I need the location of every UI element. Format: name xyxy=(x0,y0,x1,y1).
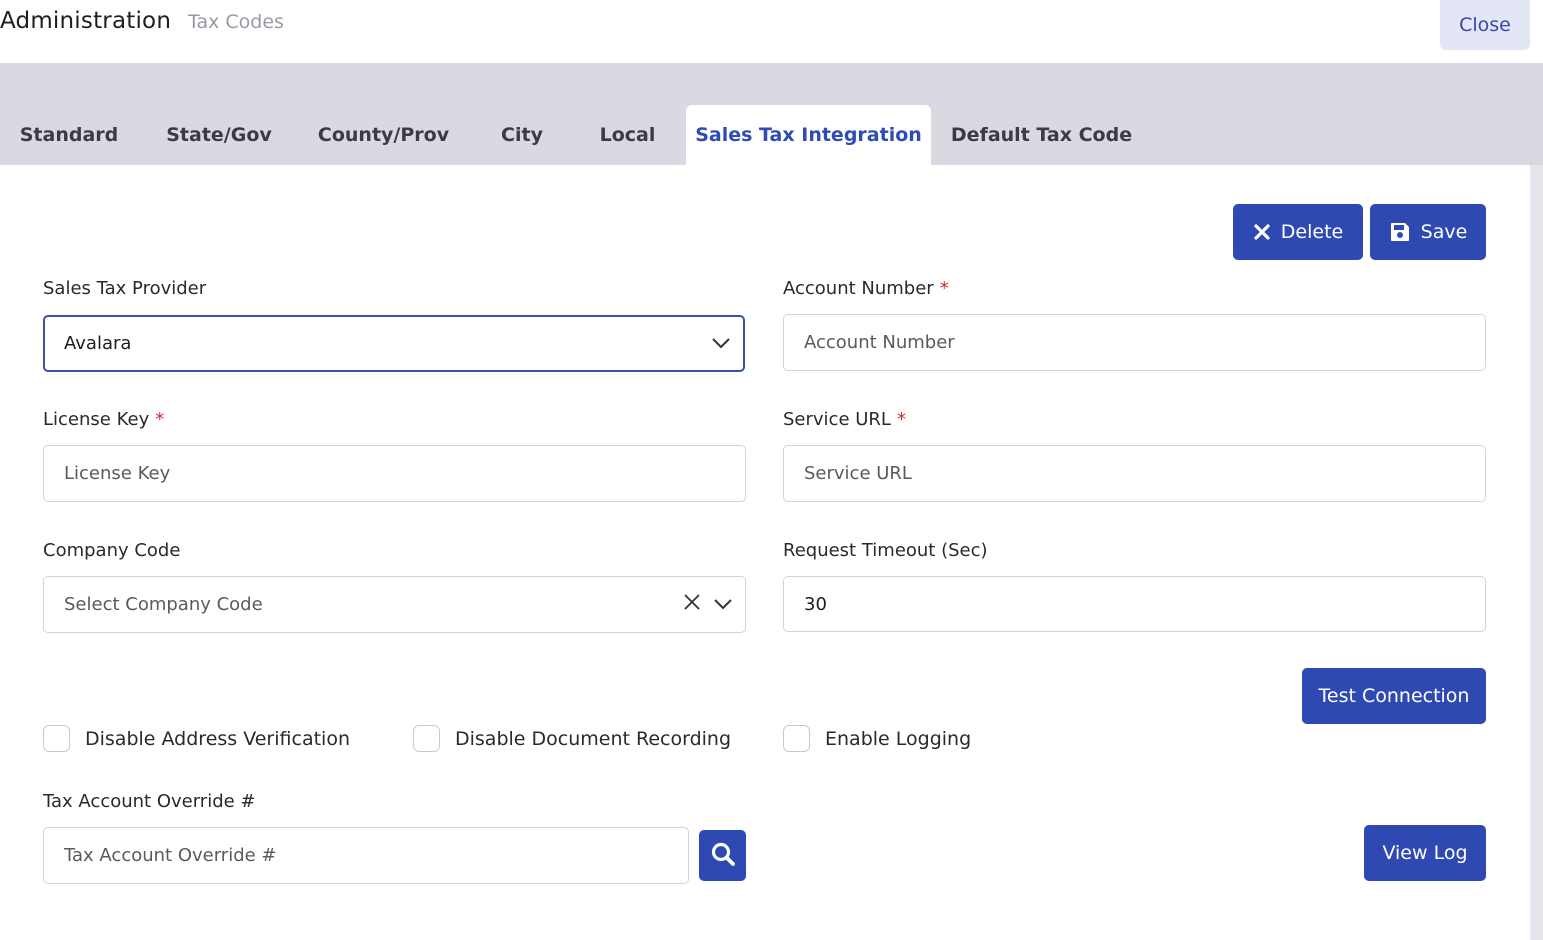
view-log-button[interactable]: View Log xyxy=(1364,825,1486,881)
company-code-placeholder: Select Company Code xyxy=(64,594,263,615)
company-code-label: Company Code xyxy=(43,540,181,561)
tab-default-tax-code[interactable]: Default Tax Code xyxy=(950,105,1133,165)
checkbox-label: Disable Address Verification xyxy=(85,727,350,750)
tab-sales-tax-integration[interactable]: Sales Tax Integration xyxy=(686,105,931,165)
enable-logging-checkbox[interactable]: Enable Logging xyxy=(783,725,971,752)
sales-tax-provider-value: Avalara xyxy=(64,333,132,354)
account-number-placeholder: Account Number xyxy=(804,332,955,353)
tab-city[interactable]: City xyxy=(488,105,556,165)
page-header: Administration Tax Codes Close xyxy=(0,0,1543,63)
clear-x-icon[interactable] xyxy=(683,593,701,616)
license-key-input[interactable]: License Key xyxy=(43,445,746,502)
account-number-input[interactable]: Account Number xyxy=(783,314,1486,371)
tab-standard[interactable]: Standard xyxy=(8,105,130,165)
license-key-label: License Key * xyxy=(43,409,165,430)
tab-state-gov[interactable]: State/Gov xyxy=(156,105,282,165)
required-marker: * xyxy=(896,409,906,430)
save-button-label: Save xyxy=(1420,221,1468,243)
breadcrumb[interactable]: Tax Codes xyxy=(188,11,284,33)
disable-document-recording-checkbox[interactable]: Disable Document Recording xyxy=(413,725,731,752)
content-panel xyxy=(0,165,1530,940)
tax-account-override-input[interactable]: Tax Account Override # xyxy=(43,827,689,884)
scrollbar-track[interactable] xyxy=(1530,165,1543,940)
request-timeout-label: Request Timeout (Sec) xyxy=(783,540,988,561)
disable-address-verification-checkbox[interactable]: Disable Address Verification xyxy=(43,725,350,752)
checkbox-box[interactable] xyxy=(783,725,810,752)
tax-account-override-label: Tax Account Override # xyxy=(43,791,256,812)
floppy-disk-icon xyxy=(1389,221,1411,243)
service-url-placeholder: Service URL xyxy=(804,463,912,484)
request-timeout-input[interactable]: 30 xyxy=(783,576,1486,632)
close-button[interactable]: Close xyxy=(1440,0,1530,50)
service-url-label: Service URL * xyxy=(783,409,906,430)
license-key-placeholder: License Key xyxy=(64,463,171,484)
required-marker: * xyxy=(155,409,165,430)
required-marker: * xyxy=(939,278,949,299)
tab-county-prov[interactable]: County/Prov xyxy=(312,105,455,165)
sales-tax-provider-select[interactable]: Avalara xyxy=(43,315,745,372)
save-button[interactable]: Save xyxy=(1370,204,1486,260)
page-title: Administration xyxy=(0,8,172,34)
checkbox-label: Enable Logging xyxy=(825,727,972,750)
chevron-down-icon[interactable] xyxy=(713,594,733,615)
tax-account-override-placeholder: Tax Account Override # xyxy=(64,845,277,866)
search-button[interactable] xyxy=(699,830,746,881)
delete-button[interactable]: Delete xyxy=(1233,204,1363,260)
sales-tax-provider-label: Sales Tax Provider xyxy=(43,278,207,299)
service-url-input[interactable]: Service URL xyxy=(783,445,1486,502)
company-code-select[interactable]: Select Company Code xyxy=(43,576,746,633)
checkbox-box[interactable] xyxy=(43,725,70,752)
account-number-label: Account Number * xyxy=(783,278,949,299)
close-icon xyxy=(1253,223,1271,241)
request-timeout-value: 30 xyxy=(804,593,827,615)
tab-bar: Standard State/Gov County/Prov City Loca… xyxy=(0,63,1543,165)
search-icon xyxy=(710,841,736,871)
tab-local[interactable]: Local xyxy=(590,105,665,165)
checkbox-label: Disable Document Recording xyxy=(455,727,732,750)
checkbox-box[interactable] xyxy=(413,725,440,752)
chevron-down-icon[interactable] xyxy=(711,333,731,354)
delete-button-label: Delete xyxy=(1280,221,1344,243)
test-connection-button[interactable]: Test Connection xyxy=(1302,668,1486,724)
